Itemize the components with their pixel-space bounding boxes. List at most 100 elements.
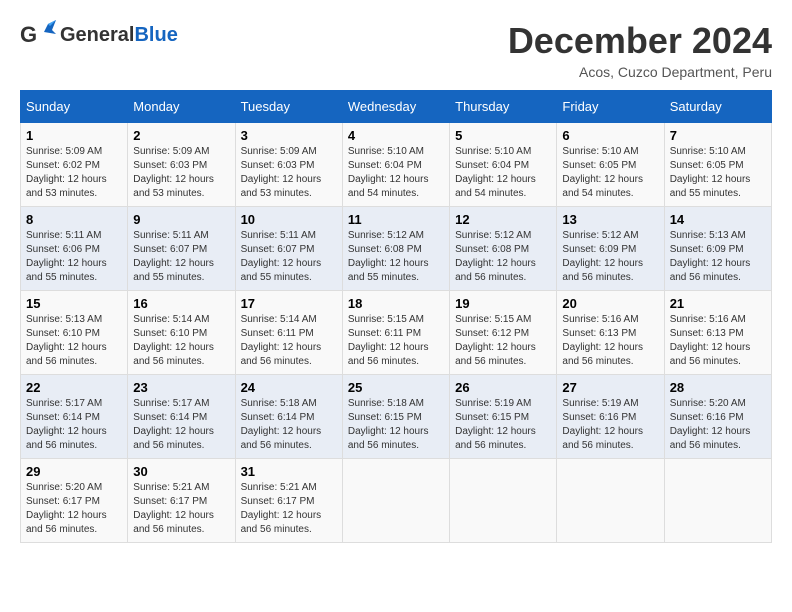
calendar-cell: 9Sunrise: 5:11 AM Sunset: 6:07 PM Daylig… bbox=[128, 207, 235, 291]
day-number: 23 bbox=[133, 380, 229, 395]
calendar-cell: 10 Sunrise: 5:11 AM Sunset: 6:07 PM Dayli… bbox=[235, 207, 342, 291]
calendar-week: 22 Sunrise: 5:17 AM Sunset: 6:14 PM Dayli… bbox=[21, 375, 772, 459]
title-area: December 2024 Acos, Cuzco Department, Pe… bbox=[508, 20, 772, 80]
header-day: Saturday bbox=[664, 91, 771, 123]
day-number: 2 bbox=[133, 128, 229, 143]
day-info: Sunrise: 5:11 AM Sunset: 6:06 PM Dayligh… bbox=[26, 229, 122, 285]
day-info: Sunrise: 5:21 AM Sunset: 6:17 PM Dayligh… bbox=[241, 481, 337, 537]
calendar-cell: 13 Sunrise: 5:12 AM Sunset: 6:09 PM Dayli… bbox=[557, 207, 664, 291]
day-info: Sunrise: 5:15 AM Sunset: 6:12 PM Dayligh… bbox=[455, 313, 551, 369]
day-number: 20 bbox=[562, 296, 658, 311]
day-info: Sunrise: 5:17 AM Sunset: 6:14 PM Dayligh… bbox=[26, 397, 122, 453]
logo-blue: Blue bbox=[134, 24, 177, 46]
header: G GeneralBlue December 2024 Acos, Cuzco … bbox=[20, 20, 772, 80]
header-day: Wednesday bbox=[342, 91, 449, 123]
day-number: 28 bbox=[670, 380, 766, 395]
day-info: Sunrise: 5:12 AM Sunset: 6:08 PM Dayligh… bbox=[348, 229, 444, 285]
day-info: Sunrise: 5:09 AM Sunset: 6:03 PM Dayligh… bbox=[133, 145, 229, 201]
calendar-cell: 22 Sunrise: 5:17 AM Sunset: 6:14 PM Dayli… bbox=[21, 375, 128, 459]
day-info: Sunrise: 5:10 AM Sunset: 6:05 PM Dayligh… bbox=[562, 145, 658, 201]
calendar-cell bbox=[557, 459, 664, 543]
day-number: 16 bbox=[133, 296, 229, 311]
day-info: Sunrise: 5:11 AM Sunset: 6:07 PM Dayligh… bbox=[133, 229, 229, 285]
header-day: Sunday bbox=[21, 91, 128, 123]
calendar-cell: 29 Sunrise: 5:20 AM Sunset: 6:17 PM Dayli… bbox=[21, 459, 128, 543]
day-info: Sunrise: 5:12 AM Sunset: 6:09 PM Dayligh… bbox=[562, 229, 658, 285]
header-day: Friday bbox=[557, 91, 664, 123]
day-info: Sunrise: 5:14 AM Sunset: 6:10 PM Dayligh… bbox=[133, 313, 229, 369]
header-day: Monday bbox=[128, 91, 235, 123]
header-day: Tuesday bbox=[235, 91, 342, 123]
day-number: 10 bbox=[241, 212, 337, 227]
day-number: 14 bbox=[670, 212, 766, 227]
calendar-cell: 5 Sunrise: 5:10 AM Sunset: 6:04 PM Daylig… bbox=[450, 123, 557, 207]
day-number: 31 bbox=[241, 464, 337, 479]
svg-text:G: G bbox=[20, 22, 37, 47]
day-number: 24 bbox=[241, 380, 337, 395]
calendar-cell bbox=[342, 459, 449, 543]
calendar-cell: 31 Sunrise: 5:21 AM Sunset: 6:17 PM Dayli… bbox=[235, 459, 342, 543]
calendar-cell: 11 Sunrise: 5:12 AM Sunset: 6:08 PM Dayli… bbox=[342, 207, 449, 291]
calendar-cell bbox=[450, 459, 557, 543]
calendar-week: 8 Sunrise: 5:11 AM Sunset: 6:06 PM Daylig… bbox=[21, 207, 772, 291]
day-info: Sunrise: 5:20 AM Sunset: 6:17 PM Dayligh… bbox=[26, 481, 122, 537]
day-number: 3 bbox=[241, 128, 337, 143]
day-info: Sunrise: 5:15 AM Sunset: 6:11 PM Dayligh… bbox=[348, 313, 444, 369]
location: Acos, Cuzco Department, Peru bbox=[508, 64, 772, 80]
day-info: Sunrise: 5:17 AM Sunset: 6:14 PM Dayligh… bbox=[133, 397, 229, 453]
day-number: 11 bbox=[348, 212, 444, 227]
calendar-cell: 15Sunrise: 5:13 AM Sunset: 6:10 PM Dayli… bbox=[21, 291, 128, 375]
day-info: Sunrise: 5:10 AM Sunset: 6:04 PM Dayligh… bbox=[348, 145, 444, 201]
day-info: Sunrise: 5:12 AM Sunset: 6:08 PM Dayligh… bbox=[455, 229, 551, 285]
day-number: 26 bbox=[455, 380, 551, 395]
calendar-cell: 25Sunrise: 5:18 AM Sunset: 6:15 PM Dayli… bbox=[342, 375, 449, 459]
calendar-week: 15Sunrise: 5:13 AM Sunset: 6:10 PM Dayli… bbox=[21, 291, 772, 375]
calendar-header: SundayMondayTuesdayWednesdayThursdayFrid… bbox=[21, 91, 772, 123]
day-info: Sunrise: 5:16 AM Sunset: 6:13 PM Dayligh… bbox=[562, 313, 658, 369]
day-number: 17 bbox=[241, 296, 337, 311]
day-number: 7 bbox=[670, 128, 766, 143]
day-number: 5 bbox=[455, 128, 551, 143]
day-number: 29 bbox=[26, 464, 122, 479]
day-number: 12 bbox=[455, 212, 551, 227]
day-info: Sunrise: 5:18 AM Sunset: 6:15 PM Dayligh… bbox=[348, 397, 444, 453]
day-number: 6 bbox=[562, 128, 658, 143]
day-number: 22 bbox=[26, 380, 122, 395]
calendar-cell: 12 Sunrise: 5:12 AM Sunset: 6:08 PM Dayli… bbox=[450, 207, 557, 291]
calendar-body: 1Sunrise: 5:09 AM Sunset: 6:02 PM Daylig… bbox=[21, 123, 772, 543]
day-info: Sunrise: 5:13 AM Sunset: 6:09 PM Dayligh… bbox=[670, 229, 766, 285]
day-info: Sunrise: 5:10 AM Sunset: 6:04 PM Dayligh… bbox=[455, 145, 551, 201]
calendar-cell: 18 Sunrise: 5:15 AM Sunset: 6:11 PM Dayli… bbox=[342, 291, 449, 375]
calendar-table: SundayMondayTuesdayWednesdayThursdayFrid… bbox=[20, 90, 772, 543]
calendar-cell: 23 Sunrise: 5:17 AM Sunset: 6:14 PM Dayli… bbox=[128, 375, 235, 459]
day-info: Sunrise: 5:18 AM Sunset: 6:14 PM Dayligh… bbox=[241, 397, 337, 453]
day-info: Sunrise: 5:14 AM Sunset: 6:11 PM Dayligh… bbox=[241, 313, 337, 369]
calendar-cell: 14 Sunrise: 5:13 AM Sunset: 6:09 PM Dayli… bbox=[664, 207, 771, 291]
day-number: 21 bbox=[670, 296, 766, 311]
day-info: Sunrise: 5:10 AM Sunset: 6:05 PM Dayligh… bbox=[670, 145, 766, 201]
logo-icon: G bbox=[20, 20, 56, 50]
day-number: 19 bbox=[455, 296, 551, 311]
day-number: 30 bbox=[133, 464, 229, 479]
calendar-cell: 27Sunrise: 5:19 AM Sunset: 6:16 PM Dayli… bbox=[557, 375, 664, 459]
day-number: 8 bbox=[26, 212, 122, 227]
calendar-cell: 19 Sunrise: 5:15 AM Sunset: 6:12 PM Dayli… bbox=[450, 291, 557, 375]
calendar-cell: 6 Sunrise: 5:10 AM Sunset: 6:05 PM Daylig… bbox=[557, 123, 664, 207]
day-info: Sunrise: 5:20 AM Sunset: 6:16 PM Dayligh… bbox=[670, 397, 766, 453]
day-number: 13 bbox=[562, 212, 658, 227]
calendar-cell: 2 Sunrise: 5:09 AM Sunset: 6:03 PM Daylig… bbox=[128, 123, 235, 207]
day-info: Sunrise: 5:16 AM Sunset: 6:13 PM Dayligh… bbox=[670, 313, 766, 369]
calendar-cell: 30 Sunrise: 5:21 AM Sunset: 6:17 PM Dayli… bbox=[128, 459, 235, 543]
calendar-cell: 7 Sunrise: 5:10 AM Sunset: 6:05 PM Daylig… bbox=[664, 123, 771, 207]
logo-general: General bbox=[60, 24, 134, 46]
day-info: Sunrise: 5:21 AM Sunset: 6:17 PM Dayligh… bbox=[133, 481, 229, 537]
header-day: Thursday bbox=[450, 91, 557, 123]
calendar-cell: 20 Sunrise: 5:16 AM Sunset: 6:13 PM Dayli… bbox=[557, 291, 664, 375]
calendar-cell: 4Sunrise: 5:10 AM Sunset: 6:04 PM Daylig… bbox=[342, 123, 449, 207]
day-info: Sunrise: 5:11 AM Sunset: 6:07 PM Dayligh… bbox=[241, 229, 337, 285]
month-title: December 2024 bbox=[508, 20, 772, 62]
day-number: 1 bbox=[26, 128, 122, 143]
day-number: 18 bbox=[348, 296, 444, 311]
logo: G GeneralBlue bbox=[20, 20, 178, 50]
calendar-cell: 3Sunrise: 5:09 AM Sunset: 6:03 PM Daylig… bbox=[235, 123, 342, 207]
